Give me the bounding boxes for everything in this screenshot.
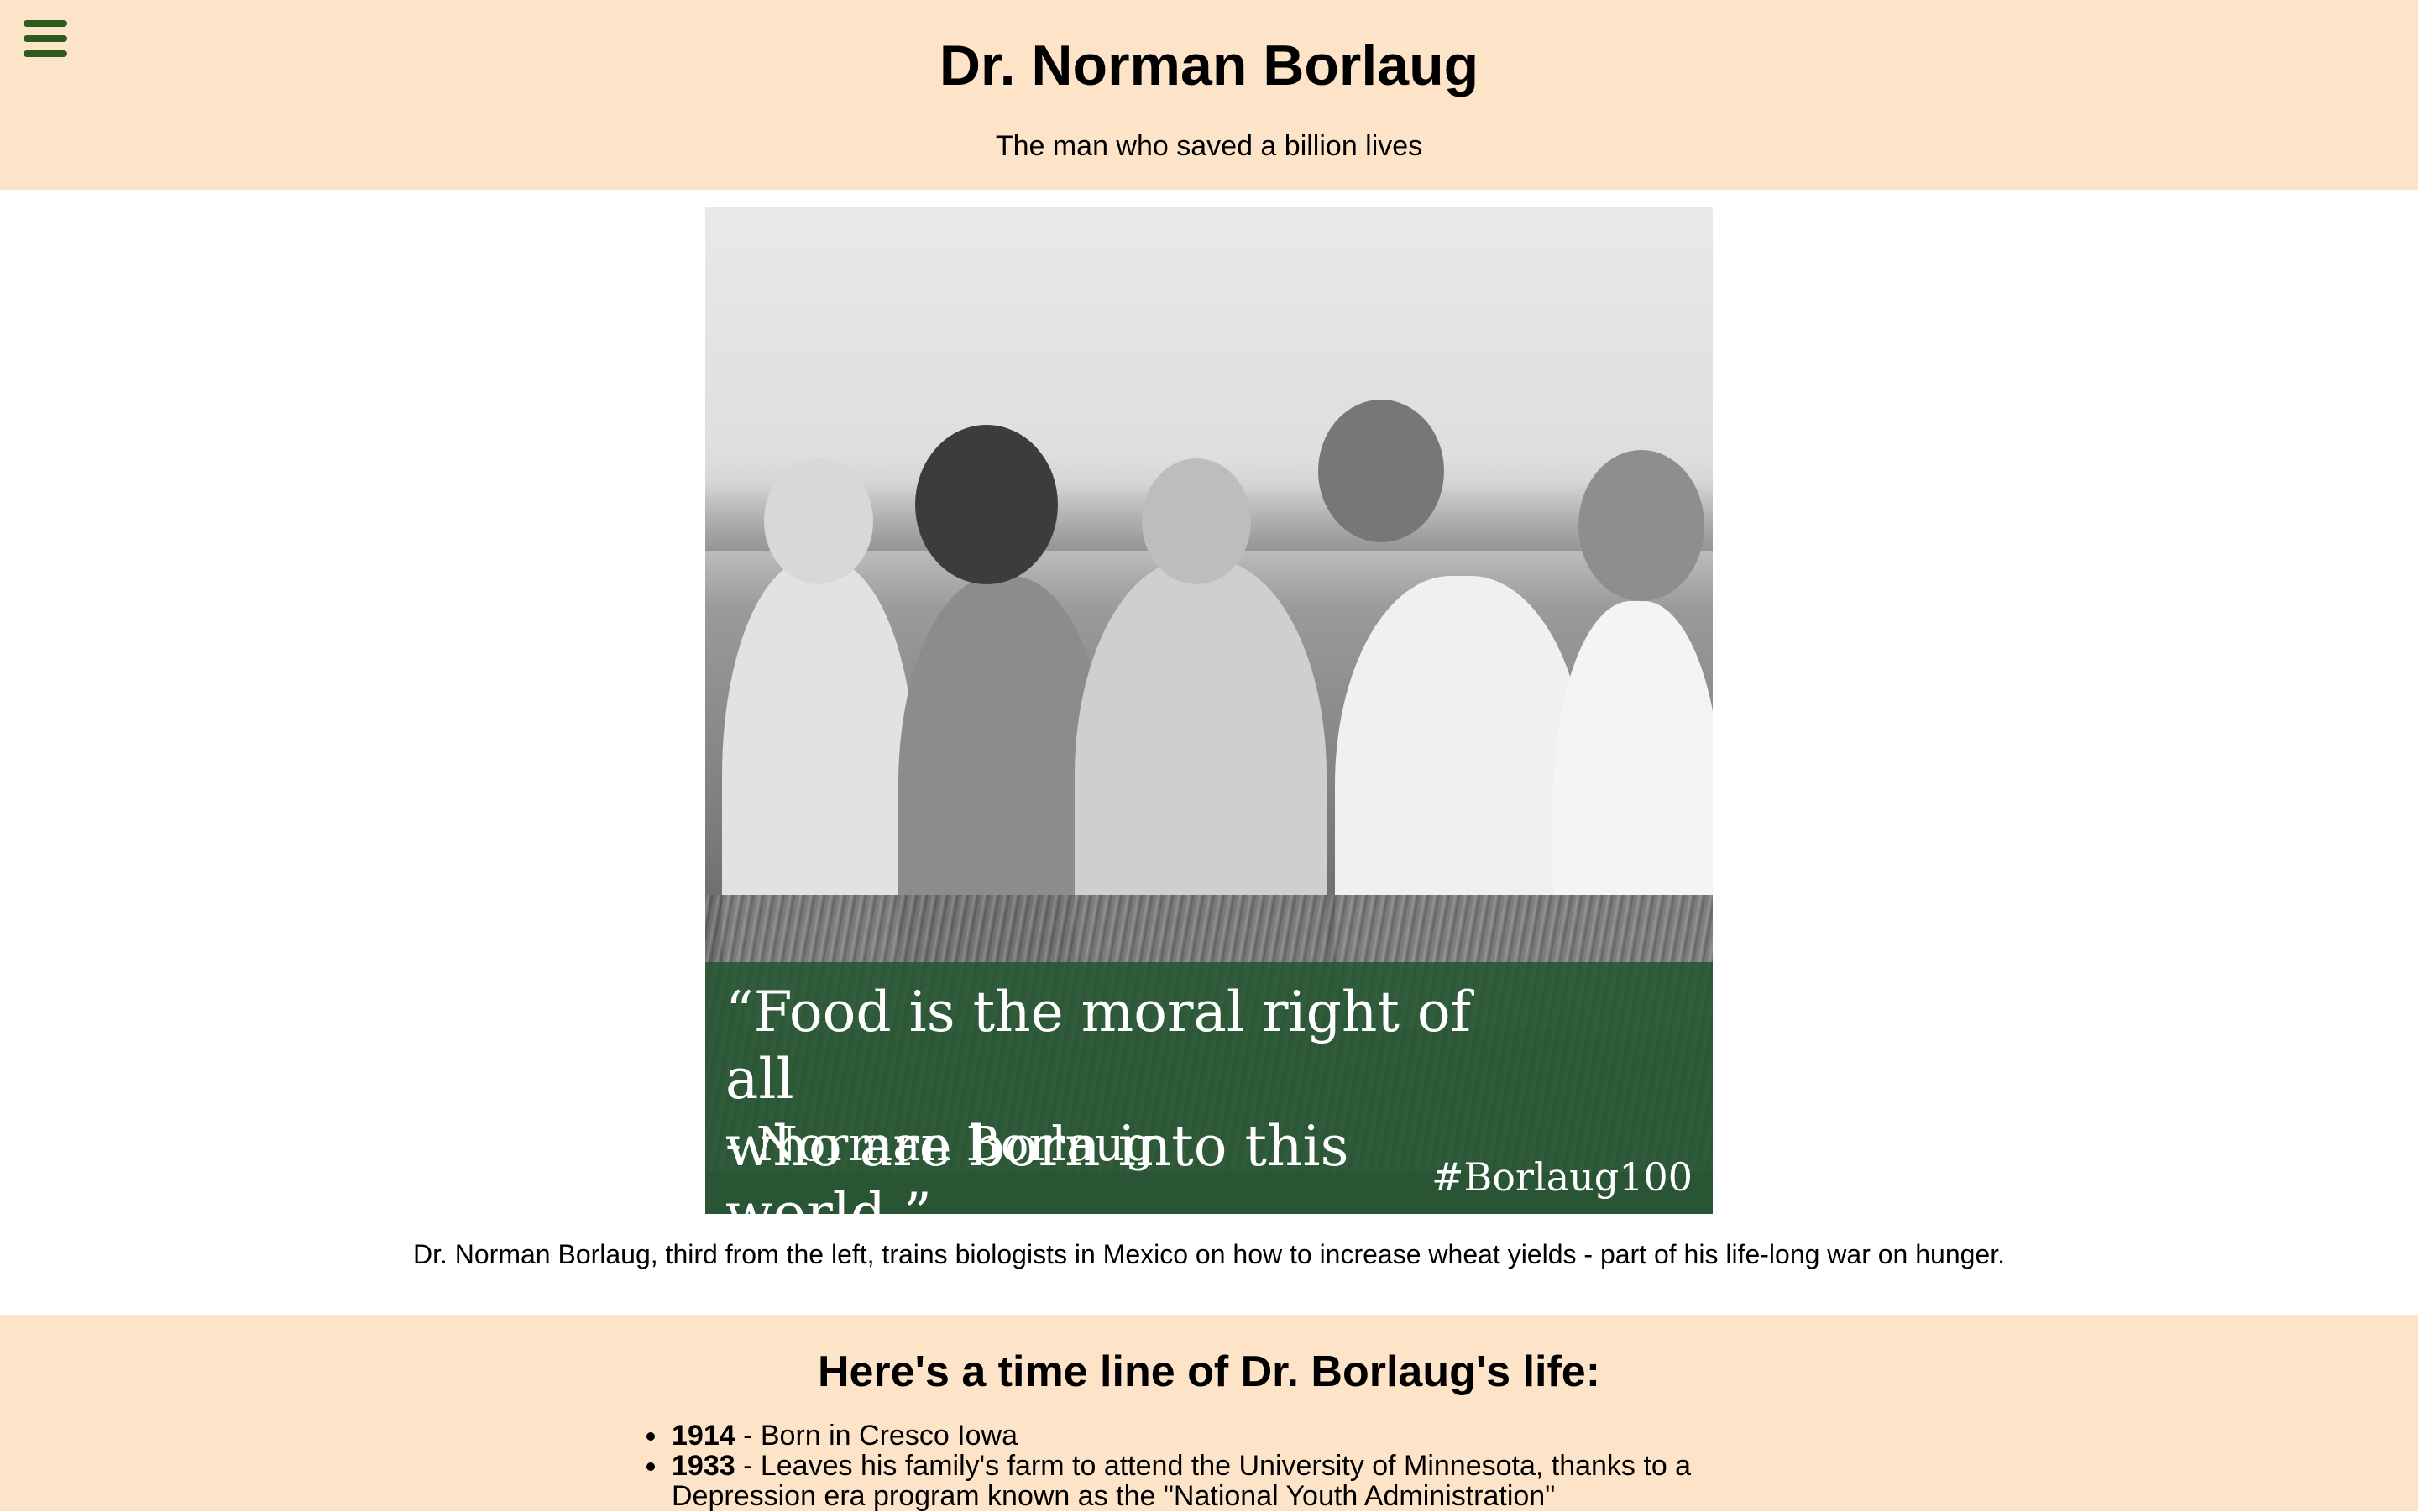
timeline-item: 1933 - Leaves his family's farm to atten… bbox=[646, 1450, 1797, 1512]
timeline-section: Here's a time line of Dr. Borlaug's life… bbox=[0, 1315, 2418, 1511]
photo-head bbox=[915, 425, 1058, 584]
photo-head bbox=[1142, 458, 1251, 584]
photo-quote-attribution: - Norman Borlaug bbox=[725, 1117, 1155, 1172]
hamburger-menu-button[interactable] bbox=[24, 18, 67, 59]
bullet-icon bbox=[646, 1432, 655, 1441]
menu-bar bbox=[24, 20, 67, 27]
photo-caption: Dr. Norman Borlaug, third from the left,… bbox=[412, 1239, 2005, 1269]
photo-head bbox=[764, 458, 873, 584]
page-subtitle: The man who saved a billion lives bbox=[995, 130, 1423, 162]
timeline-year: 1914 bbox=[672, 1420, 735, 1452]
page-title: Dr. Norman Borlaug bbox=[939, 34, 1479, 97]
timeline-text: - Born in Cresco Iowa bbox=[735, 1420, 1018, 1452]
timeline-text: - Leaves his family's farm to attend the… bbox=[672, 1450, 1692, 1512]
borlaug-photo: “Food is the moral right of all who are … bbox=[705, 207, 1713, 1214]
timeline-list: 1914 - Born in Cresco Iowa 1933 - Leaves… bbox=[646, 1420, 1797, 1512]
timeline-item: 1914 - Born in Cresco Iowa bbox=[646, 1420, 1797, 1452]
timeline-year: 1933 bbox=[672, 1450, 735, 1482]
photo-quote-line1: “Food is the moral right of all bbox=[725, 980, 1472, 1112]
photo-quote: “Food is the moral right of all who are … bbox=[725, 979, 1481, 1214]
timeline-heading: Here's a time line of Dr. Borlaug's life… bbox=[817, 1347, 1601, 1396]
page-header: Dr. Norman Borlaug The man who saved a b… bbox=[0, 0, 2418, 190]
menu-bar bbox=[24, 35, 67, 42]
photo-head bbox=[1318, 400, 1444, 542]
bullet-icon bbox=[646, 1462, 655, 1471]
menu-bar bbox=[24, 50, 67, 57]
photo-hashtag: #Borlaug100 bbox=[1431, 1154, 1693, 1200]
photo-head bbox=[1578, 450, 1704, 601]
